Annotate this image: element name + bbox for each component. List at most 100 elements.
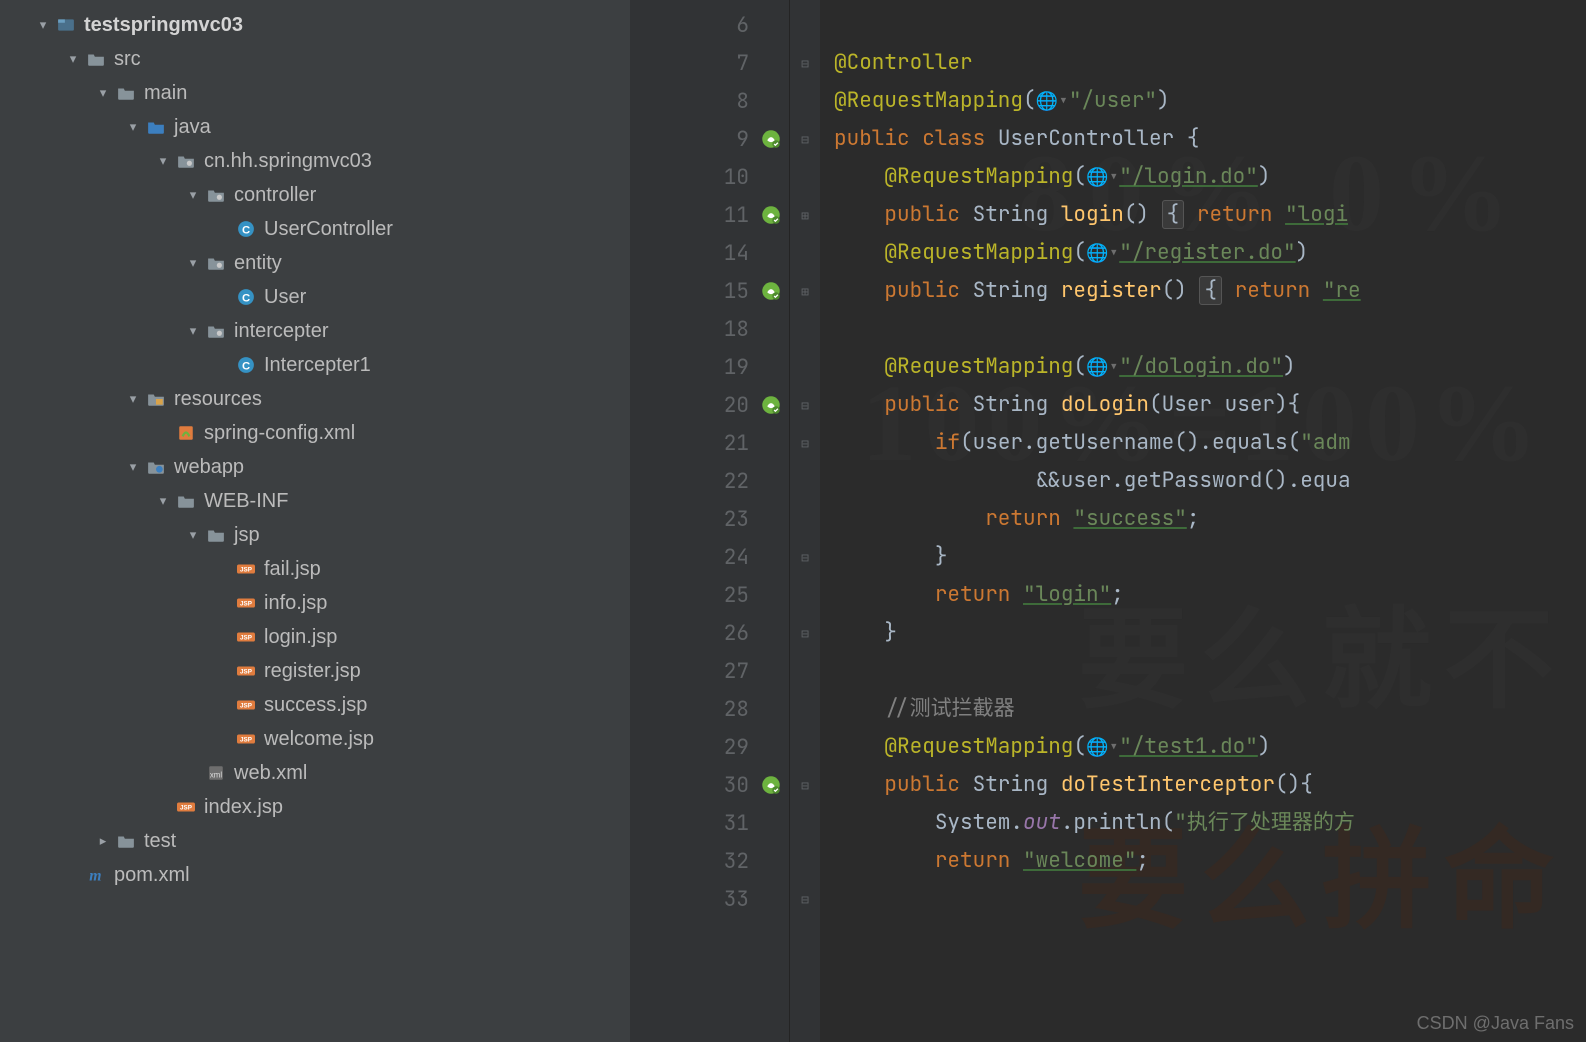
line-number[interactable]: 33 [630,880,789,918]
tree-item-index-jsp[interactable]: ▾JSPindex.jsp [0,790,630,824]
code-line[interactable]: @RequestMapping(🌐▾"/login.do") [834,158,1586,196]
code-line[interactable]: if(user.getUsername().equals("adm [834,424,1586,462]
line-number[interactable]: 19 [630,348,789,386]
tree-item-jsp[interactable]: ▾jsp [0,518,630,552]
code-line[interactable]: return "welcome"; [834,842,1586,880]
fold-expand-icon[interactable]: ⊞ [790,196,820,234]
chevron-down-icon[interactable]: ▾ [96,86,110,100]
tree-item-login-jsp[interactable]: ▾JSPlogin.jsp [0,620,630,654]
tree-item-user[interactable]: ▾CUser [0,280,630,314]
line-number[interactable]: 10 [630,158,789,196]
tree-item-test[interactable]: ▸test [0,824,630,858]
line-number-gutter[interactable]: 678910111415181920@212223242526272829303… [630,0,790,1042]
chevron-down-icon[interactable]: ▾ [126,460,140,474]
chevron-down-icon[interactable]: ▾ [126,120,140,134]
line-number[interactable]: 23 [630,500,789,538]
chevron-down-icon[interactable]: ▾ [186,256,200,270]
fold-collapse-icon[interactable]: ⊟ [790,614,820,652]
spring-gutter-icon[interactable] [761,395,781,415]
line-number[interactable]: 31 [630,804,789,842]
fold-collapse-icon[interactable]: ⊟ [790,424,820,462]
line-number[interactable]: 6 [630,6,789,44]
code-line[interactable]: @RequestMapping(🌐▾"/user") [834,82,1586,120]
line-number[interactable]: 11 [630,196,789,234]
tree-item-success-jsp[interactable]: ▾JSPsuccess.jsp [0,688,630,722]
code-line[interactable]: public String doLogin(User user){ [834,386,1586,424]
project-tree[interactable]: ▾testspringmvc03▾src▾main▾java▾cn.hh.spr… [0,0,630,1042]
code-line[interactable]: public class UserController { [834,120,1586,158]
fold-collapse-icon[interactable]: ⊟ [790,120,820,158]
code-line[interactable]: public String doTestInterceptor(){ [834,766,1586,804]
line-number[interactable]: 22 [630,462,789,500]
tree-item-controller[interactable]: ▾controller [0,178,630,212]
tree-item-welcome-jsp[interactable]: ▾JSPwelcome.jsp [0,722,630,756]
fold-collapse-icon[interactable]: ⊟ [790,44,820,82]
code-line[interactable] [834,652,1586,690]
code-line[interactable]: } [834,614,1586,652]
spring-gutter-icon[interactable] [761,281,781,301]
tree-item-web-xml[interactable]: ▾xmlweb.xml [0,756,630,790]
tree-item-java[interactable]: ▾java [0,110,630,144]
tree-item-fail-jsp[interactable]: ▾JSPfail.jsp [0,552,630,586]
tree-item-testspringmvc03[interactable]: ▾testspringmvc03 [0,8,630,42]
line-number[interactable]: 28 [630,690,789,728]
chevron-down-icon[interactable]: ▾ [186,528,200,542]
chevron-down-icon[interactable]: ▾ [156,154,170,168]
code-line[interactable] [834,880,1586,918]
fold-collapse-icon[interactable]: ⊟ [790,386,820,424]
fold-column[interactable]: ⊟⊟⊞⊞⊟⊟⊟⊟⊟⊟ [790,0,820,1042]
line-number[interactable]: 25 [630,576,789,614]
tree-item-intercepter1[interactable]: ▾CIntercepter1 [0,348,630,382]
chevron-right-icon[interactable]: ▸ [96,834,110,848]
tree-item-entity[interactable]: ▾entity [0,246,630,280]
tree-item-info-jsp[interactable]: ▾JSPinfo.jsp [0,586,630,620]
code-line[interactable]: @RequestMapping(🌐▾"/register.do") [834,234,1586,272]
fold-collapse-icon[interactable]: ⊟ [790,538,820,576]
line-number[interactable]: 18 [630,310,789,348]
code-line[interactable] [834,310,1586,348]
tree-item-pom-xml[interactable]: ▾mpom.xml [0,858,630,892]
line-number[interactable]: 29 [630,728,789,766]
line-number[interactable]: 8 [630,82,789,120]
chevron-down-icon[interactable]: ▾ [66,52,80,66]
line-number[interactable]: 32 [630,842,789,880]
code-line[interactable]: //测试拦截器 [834,690,1586,728]
chevron-down-icon[interactable]: ▾ [126,392,140,406]
fold-collapse-icon[interactable]: ⊟ [790,766,820,804]
code-line[interactable]: System.out.println("执行了处理器的方 [834,804,1586,842]
line-number[interactable]: 26 [630,614,789,652]
chevron-down-icon[interactable]: ▾ [36,18,50,32]
spring-gutter-icon[interactable] [761,205,781,225]
code-line[interactable]: &&user.getPassword().equa [834,462,1586,500]
tree-item-web-inf[interactable]: ▾WEB-INF [0,484,630,518]
chevron-down-icon[interactable]: ▾ [186,188,200,202]
line-number[interactable]: 27 [630,652,789,690]
tree-item-main[interactable]: ▾main [0,76,630,110]
code-area[interactable]: @Controller@RequestMapping(🌐▾"/user")pub… [820,0,1586,1042]
line-number[interactable]: 24 [630,538,789,576]
line-number[interactable]: 30 [630,766,789,804]
folded-block[interactable]: { [1199,276,1222,305]
tree-item-intercepter[interactable]: ▾intercepter [0,314,630,348]
tree-item-register-jsp[interactable]: ▾JSPregister.jsp [0,654,630,688]
tree-item-webapp[interactable]: ▾webapp [0,450,630,484]
spring-gutter-icon[interactable] [761,775,781,795]
line-number[interactable]: 9 [630,120,789,158]
code-line[interactable]: } [834,538,1586,576]
chevron-down-icon[interactable]: ▾ [156,494,170,508]
fold-collapse-icon[interactable]: ⊟ [790,880,820,918]
spring-gutter-icon[interactable] [761,129,781,149]
code-line[interactable]: @Controller [834,44,1586,82]
line-number[interactable]: 21 [630,424,789,462]
code-line[interactable]: public String register() { return "re [834,272,1586,310]
code-line[interactable]: public String login() { return "logi [834,196,1586,234]
tree-item-spring-config-xml[interactable]: ▾spring-config.xml [0,416,630,450]
code-line[interactable]: @RequestMapping(🌐▾"/dologin.do") [834,348,1586,386]
code-editor[interactable]: 80% 0% 100%=100% 要么就不 要么拼命 6789101114151… [630,0,1586,1042]
chevron-down-icon[interactable]: ▾ [186,324,200,338]
tree-item-resources[interactable]: ▾resources [0,382,630,416]
code-line[interactable]: return "success"; [834,500,1586,538]
tree-item-cn-hh-springmvc03[interactable]: ▾cn.hh.springmvc03 [0,144,630,178]
code-line[interactable] [834,6,1586,44]
tree-item-usercontroller[interactable]: ▾CUserController [0,212,630,246]
